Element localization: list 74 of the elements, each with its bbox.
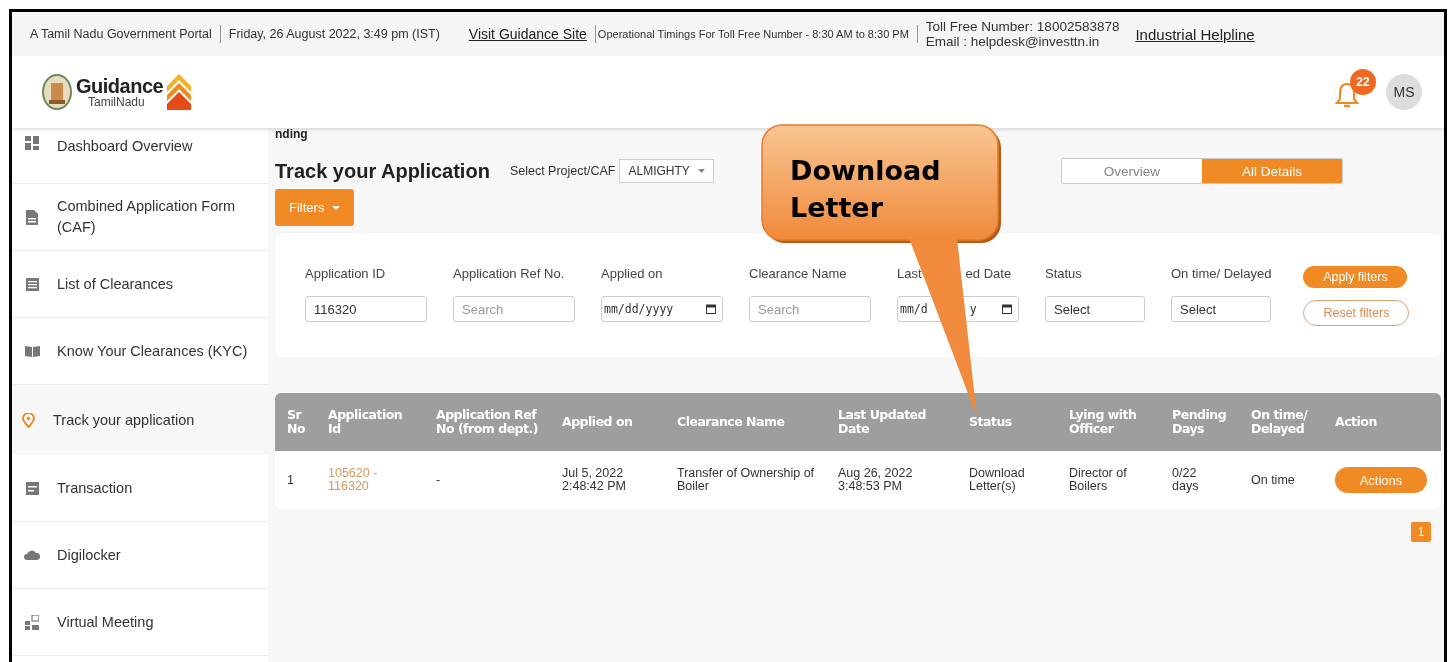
filter-input[interactable]: Search [453, 296, 575, 322]
sidebar-label: Transaction [57, 478, 133, 498]
dashboard-icon [25, 136, 39, 150]
select-field[interactable]: Select [1045, 296, 1145, 322]
select-field[interactable]: Select [1171, 296, 1271, 322]
filter-label: ed Date [965, 266, 1012, 281]
book-icon [24, 345, 40, 357]
filter-input[interactable]: Search [749, 296, 871, 322]
email-text: Email : helpdesk@investtn.in [925, 34, 1101, 49]
cloud-icon [24, 550, 40, 560]
table-cell-text: - [436, 473, 442, 487]
helpline-link[interactable]: Industrial Helpline [1135, 25, 1255, 43]
portal-text: A Tamil Nadu Government Portal [30, 27, 212, 41]
sidebar-label: Dashboard Overview [57, 137, 193, 156]
table-cell-text: On time [1251, 473, 1296, 487]
calendar-icon [706, 304, 716, 314]
sidebar-label: Digilocker [57, 545, 121, 565]
location-pin-icon [21, 412, 35, 428]
column-header: Action [1335, 415, 1378, 429]
notification-badge: 22 [1350, 69, 1376, 95]
filter-label: Last [897, 266, 922, 281]
user-avatar[interactable]: MS [1386, 74, 1422, 110]
caret-icon [332, 205, 341, 210]
list-icon [25, 277, 39, 291]
column-header: Application Id [328, 408, 404, 436]
filter-label: On time/ Delayed [1171, 266, 1272, 281]
sidebar-label: List of Clearances [57, 274, 174, 294]
column-header: Status [969, 415, 1013, 429]
visit-site-link[interactable]: Visit Guidance Site [468, 26, 587, 42]
date-time: Friday, 26 August 2022, 3:49 pm (IST) [228, 27, 440, 41]
filter-label: Applied on [601, 266, 664, 281]
table-cell-text: 0/22 days [1172, 467, 1200, 493]
column-header: Sr No [287, 408, 307, 436]
column-header: Pending Days [1172, 408, 1228, 436]
toll-free-text: Toll Free Number: 18002583878 [925, 19, 1120, 34]
document-icon [26, 209, 38, 225]
sidebar-label: Know Your Clearances (KYC) [57, 341, 248, 361]
table-cell-text: Transfer of Ownership of Boiler [677, 467, 816, 493]
column-header: On time/ Delayed [1251, 408, 1309, 436]
column-header: Application Ref No (from dept.) [436, 408, 539, 436]
column-header: Last Updated Date [838, 408, 928, 436]
project-label: Select Project/CAF [509, 164, 616, 178]
sidebar-label: Virtual Meeting [57, 612, 154, 632]
caret-icon [697, 169, 705, 173]
column-header: Applied on [562, 415, 634, 429]
table-cell-text: 1 [287, 473, 295, 487]
emblem-icon [42, 73, 72, 111]
logo-title: Guidance [76, 76, 164, 96]
table-cell-text: Aug 26, 2022 3:48:53 PM [838, 467, 914, 493]
project-dropdown[interactable]: ALMIGHTY [619, 159, 714, 183]
filter-label: Clearance Name [749, 266, 848, 281]
receipt-icon [25, 481, 39, 495]
table-cell-text: Director of Boilers [1069, 467, 1128, 493]
column-header: Lying with Officer [1069, 408, 1138, 436]
filter-label: Application Ref No. [453, 266, 566, 281]
sidebar-label: Combined Application Form (CAF) [57, 197, 237, 237]
logo-subtitle: TamilNadu [88, 96, 146, 108]
filter-input[interactable]: 116320 [305, 296, 427, 322]
callout-text: Download Letter [790, 154, 942, 225]
breadcrumb-text: nding [275, 128, 308, 141]
sidebar-label: Track your application [53, 410, 195, 430]
filter-label: Status [1045, 266, 1083, 281]
view-tab[interactable]: Overview [1062, 159, 1202, 183]
column-header: Clearance Name [677, 415, 786, 429]
table-cell-text: Download Letter(s) [969, 467, 1026, 493]
page-title: Track your Application [275, 159, 490, 183]
timings-text: Operational Timings For Toll Free Number - 8:30 AM to 8:30 PM [597, 28, 909, 40]
chevron-logo-icon [167, 74, 192, 110]
sidebar-item[interactable]: Track your application [12, 385, 268, 455]
table-cell-text: Jul 5, 2022 2:48:42 PM [562, 467, 627, 493]
calendar-icon [1002, 304, 1012, 314]
date-field[interactable]: mm/dd/yyyy [601, 296, 723, 322]
meeting-icon [25, 614, 39, 630]
filter-label: Application ID [305, 266, 387, 281]
